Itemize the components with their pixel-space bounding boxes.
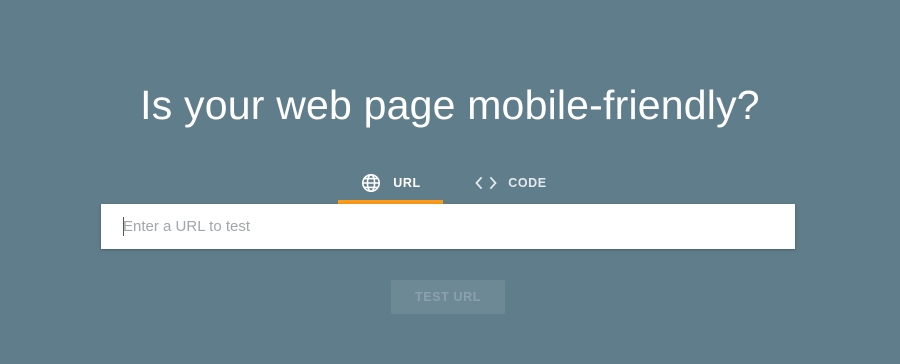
tab-code-label: CODE (508, 176, 547, 190)
tab-code[interactable]: CODE (455, 162, 567, 204)
text-cursor (123, 217, 124, 236)
tab-url-label: URL (393, 176, 421, 190)
tab-url[interactable]: URL (338, 162, 443, 204)
input-mode-tabs: URL CODE (338, 162, 567, 204)
globe-icon (360, 172, 382, 194)
url-input[interactable] (101, 204, 795, 249)
code-icon (475, 172, 497, 194)
test-url-button[interactable]: TEST URL (391, 280, 505, 314)
url-input-container (101, 204, 795, 249)
page-headline: Is your web page mobile-friendly? (140, 82, 760, 128)
